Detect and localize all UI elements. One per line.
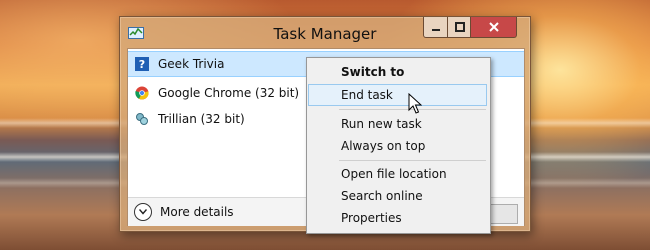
maximize-icon: [454, 22, 465, 32]
process-name: Trillian (32 bit): [158, 112, 245, 126]
menu-item-run-new-task[interactable]: Run new task: [309, 114, 486, 134]
question-icon: ?: [134, 56, 150, 72]
maximize-button[interactable]: [447, 17, 472, 38]
more-details-toggle[interactable]: More details: [134, 203, 234, 221]
chrome-icon: [134, 85, 150, 101]
chevron-down-icon: [134, 203, 152, 221]
context-menu: Switch to End task Run new task Always o…: [306, 57, 491, 234]
title-bar[interactable]: Task Manager: [120, 17, 530, 51]
process-name: Google Chrome (32 bit): [158, 86, 300, 100]
menu-item-open-file-location[interactable]: Open file location: [309, 164, 486, 184]
trillian-icon: [134, 111, 150, 127]
minimize-icon: [432, 29, 440, 31]
menu-item-switch-to[interactable]: Switch to: [309, 62, 486, 82]
close-button[interactable]: [470, 17, 517, 38]
more-details-label: More details: [160, 205, 234, 219]
menu-item-properties[interactable]: Properties: [309, 208, 486, 228]
menu-item-always-on-top[interactable]: Always on top: [309, 136, 486, 156]
minimize-button[interactable]: [423, 17, 449, 38]
process-name: Geek Trivia: [158, 57, 225, 71]
close-icon: [488, 22, 499, 32]
mouse-cursor-icon: [408, 93, 422, 114]
menu-separator: [339, 160, 486, 161]
menu-item-end-task[interactable]: End task: [308, 84, 487, 106]
menu-item-search-online[interactable]: Search online: [309, 186, 486, 206]
svg-text:?: ?: [139, 58, 145, 71]
